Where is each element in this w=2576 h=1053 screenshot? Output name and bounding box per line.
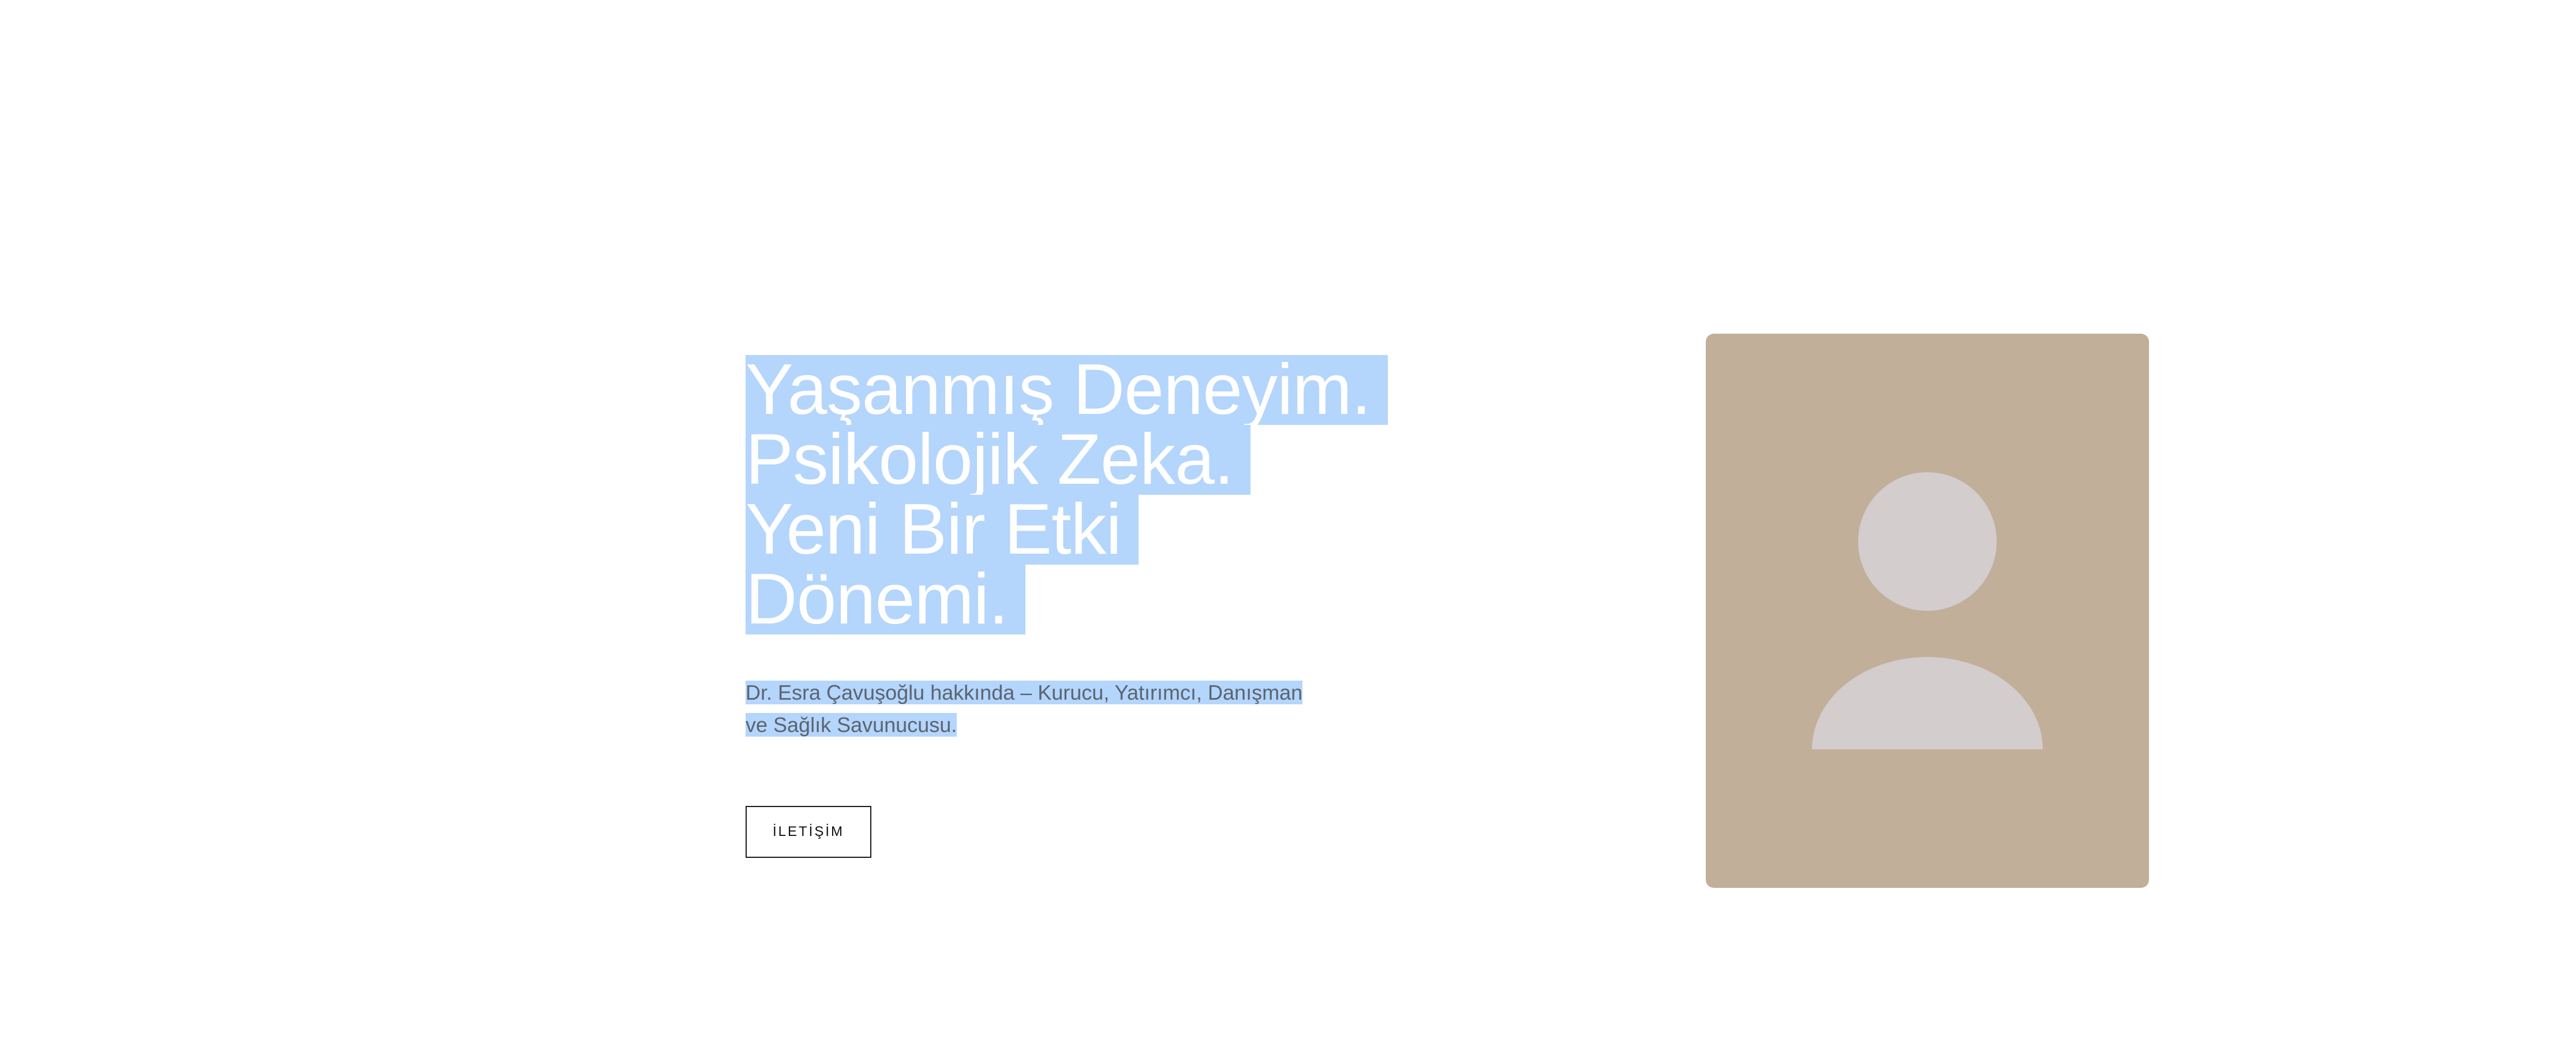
hero-text-column: Yaşanmış Deneyim. Psikolojik Zeka. Yeni … [746, 354, 1438, 635]
headline-line-2: Psikolojik Zeka. [746, 424, 1251, 495]
subtitle-line-1: Dr. Esra Çavuşoğlu hakkında – Kurucu, Ya… [746, 681, 1303, 704]
headline-line-3: Yeni Bir Etki [746, 494, 1139, 565]
headline-line-4: Dönemi. [746, 563, 1025, 635]
hero-subtitle: Dr. Esra Çavuşoğlu hakkında – Kurucu, Ya… [746, 677, 1392, 741]
headline-line-1: Yaşanmış Deneyim. [746, 354, 1388, 425]
hero-headline: Yaşanmış Deneyim. Psikolojik Zeka. Yeni … [746, 354, 1438, 635]
portrait-card [1706, 334, 2149, 888]
avatar-shoulders [1812, 657, 2043, 749]
subtitle-line-2: ve Sağlık Savunucusu. [746, 713, 957, 737]
hero-section: Yaşanmış Deneyim. Psikolojik Zeka. Yeni … [0, 0, 2576, 1053]
contact-button[interactable]: İLETİŞİM [746, 806, 871, 858]
user-avatar-placeholder-icon [1812, 472, 2043, 749]
avatar-head [1858, 472, 1997, 611]
